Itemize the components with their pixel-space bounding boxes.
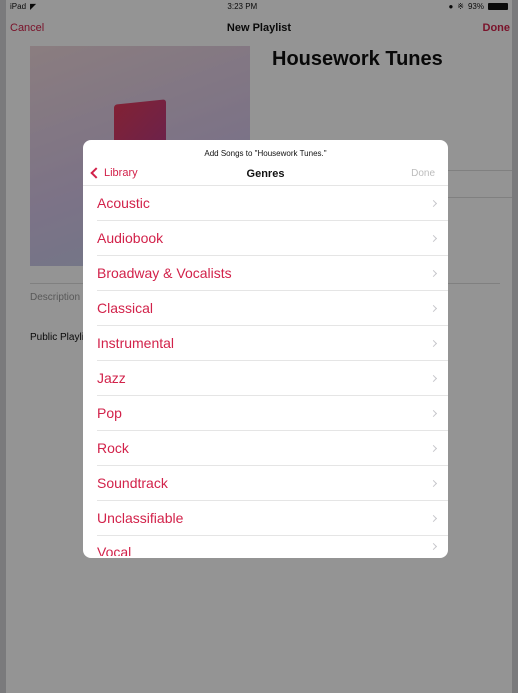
genre-item-soundtrack[interactable]: Soundtrack (97, 466, 448, 501)
genre-label: Unclassifiable (97, 510, 184, 526)
chevron-right-icon (429, 269, 438, 277)
genre-item-rock[interactable]: Rock (97, 431, 448, 466)
genre-item-instrumental[interactable]: Instrumental (97, 326, 448, 361)
genre-item-broadway-vocalists[interactable]: Broadway & Vocalists (97, 256, 448, 291)
chevron-right-icon (429, 199, 438, 207)
genre-label: Audiobook (97, 230, 164, 246)
genre-label: Jazz (97, 370, 126, 386)
genre-label: Pop (97, 405, 122, 421)
chevron-right-icon (429, 542, 438, 551)
chevron-right-icon (429, 234, 438, 242)
genre-label: Vocal (97, 544, 132, 556)
genre-list: Acoustic Audiobook Broadway & Vocalists … (83, 186, 448, 556)
genre-item-vocal[interactable]: Vocal (97, 536, 448, 556)
chevron-right-icon (429, 374, 438, 382)
genre-label: Acoustic (97, 195, 150, 211)
genre-item-unclassifiable[interactable]: Unclassifiable (97, 501, 448, 536)
genre-label: Instrumental (97, 335, 175, 351)
modal-title: Genres (246, 168, 285, 180)
genre-label: Soundtrack (97, 475, 168, 491)
genre-item-pop[interactable]: Pop (97, 396, 448, 431)
genre-item-classical[interactable]: Classical (97, 291, 448, 326)
modal-done-button[interactable]: Done (411, 168, 435, 179)
genre-item-jazz[interactable]: Jazz (97, 361, 448, 396)
chevron-right-icon (429, 514, 438, 522)
chevron-right-icon (429, 339, 438, 347)
add-songs-modal: Add Songs to "Housework Tunes." Library … (83, 140, 448, 558)
chevron-right-icon (429, 304, 438, 312)
genre-label: Rock (97, 440, 129, 456)
genre-item-audiobook[interactable]: Audiobook (97, 221, 448, 256)
modal-header: Add Songs to "Housework Tunes." Library … (83, 140, 448, 186)
chevron-right-icon (429, 444, 438, 452)
genre-label: Classical (97, 300, 154, 316)
genre-item-acoustic[interactable]: Acoustic (97, 186, 448, 221)
ipad-screen: iPad ◤ 3:23 PM ● ※ 93% Cancel New Playli… (6, 0, 512, 693)
genre-label: Broadway & Vocalists (97, 265, 232, 281)
chevron-right-icon (429, 479, 438, 487)
chevron-right-icon (429, 409, 438, 417)
modal-subtitle: Add Songs to "Housework Tunes." (204, 149, 327, 158)
